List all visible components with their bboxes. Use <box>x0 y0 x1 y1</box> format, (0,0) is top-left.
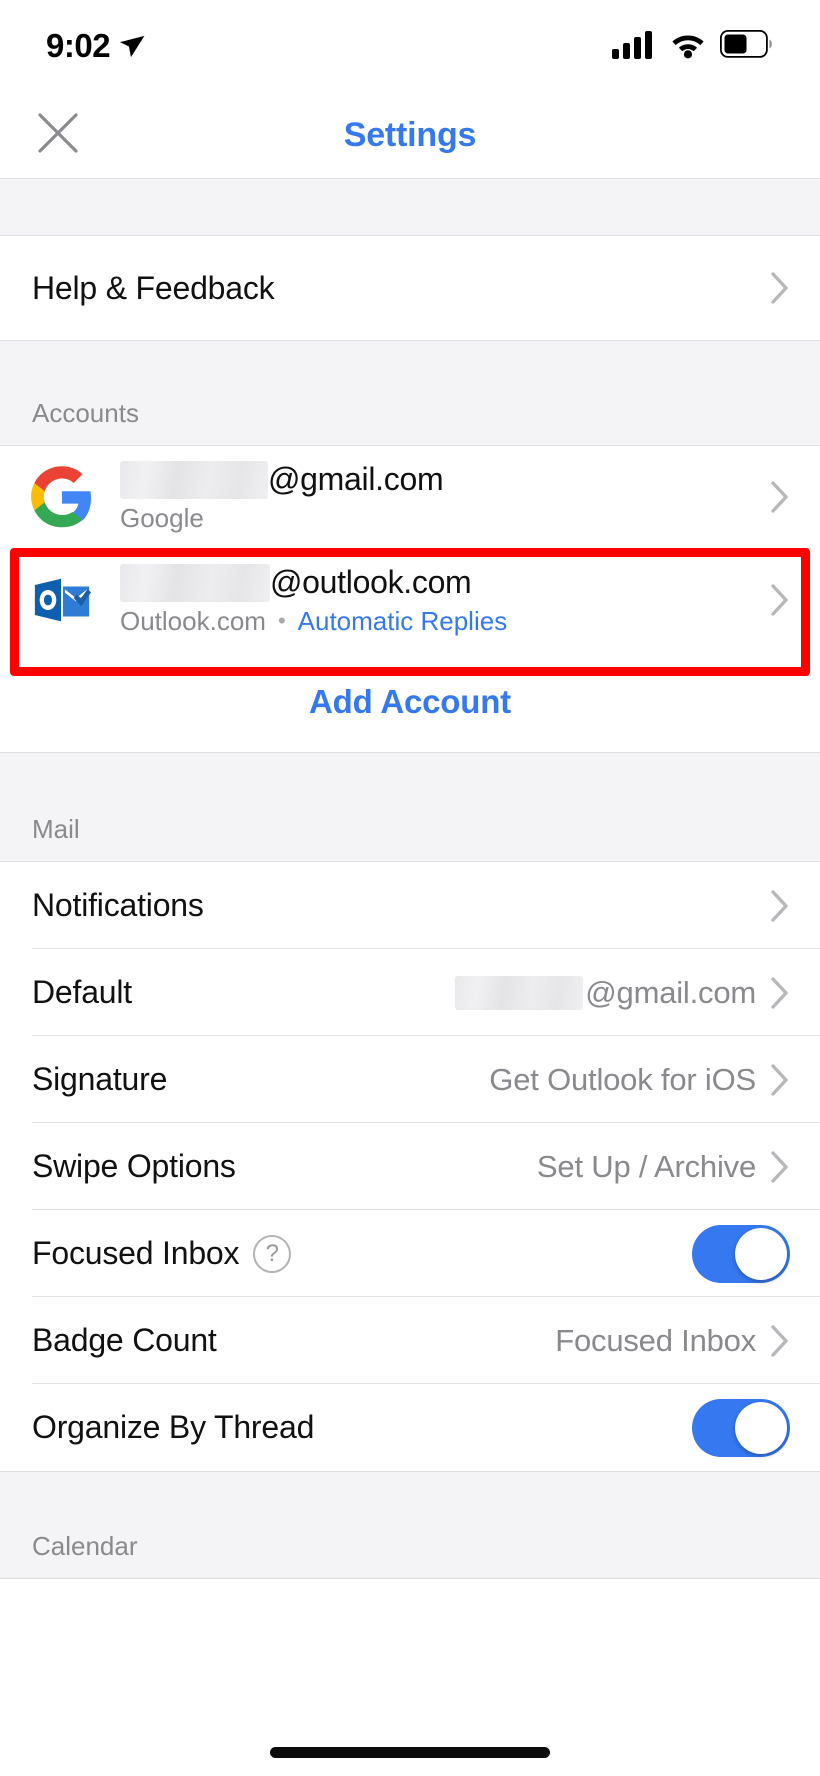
account-provider-label: Google <box>120 502 204 533</box>
row-organize-by-thread[interactable]: Organize By Thread <box>0 1384 820 1471</box>
chevron-right-icon <box>770 1150 790 1184</box>
settings-screen: 9:02 Settings Help & Feedback Accounts @… <box>0 0 820 1776</box>
row-value: @gmail.com <box>585 974 756 1010</box>
outlook-logo-icon <box>26 564 98 636</box>
row-label: Organize By Thread <box>32 1409 315 1445</box>
account-row-outlook[interactable]: @outlook.com Outlook.com • Automatic Rep… <box>0 548 820 652</box>
chevron-right-icon <box>770 889 790 923</box>
row-badge-count[interactable]: Badge Count Focused Inbox <box>0 1297 820 1384</box>
account-subtitle-outlook: Outlook.com • Automatic Replies <box>120 606 507 637</box>
battery-icon <box>719 29 774 63</box>
account-provider-label: Outlook.com <box>120 605 266 636</box>
status-bar: 9:02 <box>0 0 820 92</box>
section-header-label: Mail <box>32 814 80 844</box>
home-indicator <box>270 1747 550 1758</box>
row-label: Default <box>32 974 132 1010</box>
section-header-calendar: Calendar <box>0 1471 820 1579</box>
redacted-email-prefix <box>120 460 268 499</box>
chevron-right-icon <box>770 583 790 617</box>
help-feedback-group: Help & Feedback <box>0 236 820 340</box>
row-label: Badge Count <box>32 1322 217 1358</box>
section-header-mail: Mail <box>0 752 820 862</box>
accounts-group: @gmail.com Google @outlook.com Outlook.c… <box>0 446 820 752</box>
organize-by-thread-toggle[interactable] <box>692 1398 790 1457</box>
chevron-right-icon <box>770 1324 790 1358</box>
account-email-domain: @gmail.com <box>268 461 444 497</box>
spacer-above-help <box>0 178 820 236</box>
account-email-outlook: @outlook.com <box>120 563 507 602</box>
toggle-knob <box>735 1227 787 1280</box>
row-accessory <box>770 271 790 305</box>
row-swipe-options[interactable]: Swipe Options Set Up / Archive <box>0 1123 820 1210</box>
row-accessory: Focused Inbox <box>555 1323 790 1359</box>
row-accessory: Get Outlook for iOS <box>489 1062 790 1098</box>
account-subtitle-google: Google <box>120 503 443 534</box>
row-accessory <box>770 889 790 923</box>
wifi-icon <box>669 29 707 64</box>
question-mark-icon[interactable]: ? <box>253 1234 292 1273</box>
location-arrow-icon <box>116 31 146 61</box>
automatic-replies-link[interactable]: Automatic Replies <box>298 606 508 637</box>
row-signature[interactable]: Signature Get Outlook for iOS <box>0 1036 820 1123</box>
account-email-google: @gmail.com <box>120 460 444 499</box>
row-value: Set Up / Archive <box>536 1148 756 1184</box>
section-header-label: Calendar <box>32 1531 138 1561</box>
status-bar-right <box>612 29 774 64</box>
add-account-button[interactable]: Add Account <box>0 652 820 752</box>
section-header-label: Accounts <box>32 398 139 428</box>
row-label: Focused Inbox <box>32 1235 240 1271</box>
page-title: Settings <box>343 115 477 154</box>
account-text-google: @gmail.com Google <box>120 460 444 534</box>
redacted-email-prefix <box>455 975 584 1010</box>
row-focused-inbox[interactable]: Focused Inbox ? <box>0 1210 820 1297</box>
chevron-right-icon <box>770 1063 790 1097</box>
row-label: Swipe Options <box>32 1148 236 1184</box>
section-header-accounts: Accounts <box>0 340 820 446</box>
account-text-outlook: @outlook.com Outlook.com • Automatic Rep… <box>120 563 507 637</box>
row-notifications[interactable]: Notifications <box>0 862 820 949</box>
row-label: Notifications <box>32 887 204 923</box>
mail-group: Notifications Default @gmail.com Signatu… <box>0 862 820 1471</box>
bullet-separator: • <box>277 608 286 633</box>
account-row-google[interactable]: @gmail.com Google <box>0 446 820 548</box>
row-accessory <box>692 1398 790 1457</box>
account-accessory <box>770 583 790 617</box>
cellular-signal-icon <box>612 29 656 64</box>
chevron-right-icon <box>770 976 790 1010</box>
row-value: Focused Inbox <box>555 1322 756 1358</box>
chevron-right-icon <box>770 480 790 514</box>
account-email-domain: @outlook.com <box>270 564 472 600</box>
row-accessory: @gmail.com <box>455 975 790 1011</box>
row-accessory: Set Up / Archive <box>537 1149 790 1185</box>
status-bar-left: 9:02 <box>46 27 146 65</box>
row-default[interactable]: Default @gmail.com <box>0 949 820 1036</box>
row-accessory <box>692 1224 790 1283</box>
row-label: Signature <box>32 1061 168 1097</box>
close-button[interactable] <box>32 109 84 161</box>
row-help-feedback[interactable]: Help & Feedback <box>0 236 820 340</box>
google-logo-icon <box>26 461 98 533</box>
status-time: 9:02 <box>46 27 111 64</box>
navigation-bar: Settings <box>0 92 820 178</box>
toggle-knob <box>735 1401 787 1454</box>
chevron-right-icon <box>770 271 790 305</box>
row-label: Help & Feedback <box>32 269 275 306</box>
redacted-email-prefix <box>120 563 270 602</box>
account-accessory <box>770 480 790 514</box>
focused-inbox-toggle[interactable] <box>692 1224 790 1283</box>
close-icon <box>35 110 81 161</box>
row-value: Get Outlook for iOS <box>489 1061 756 1097</box>
